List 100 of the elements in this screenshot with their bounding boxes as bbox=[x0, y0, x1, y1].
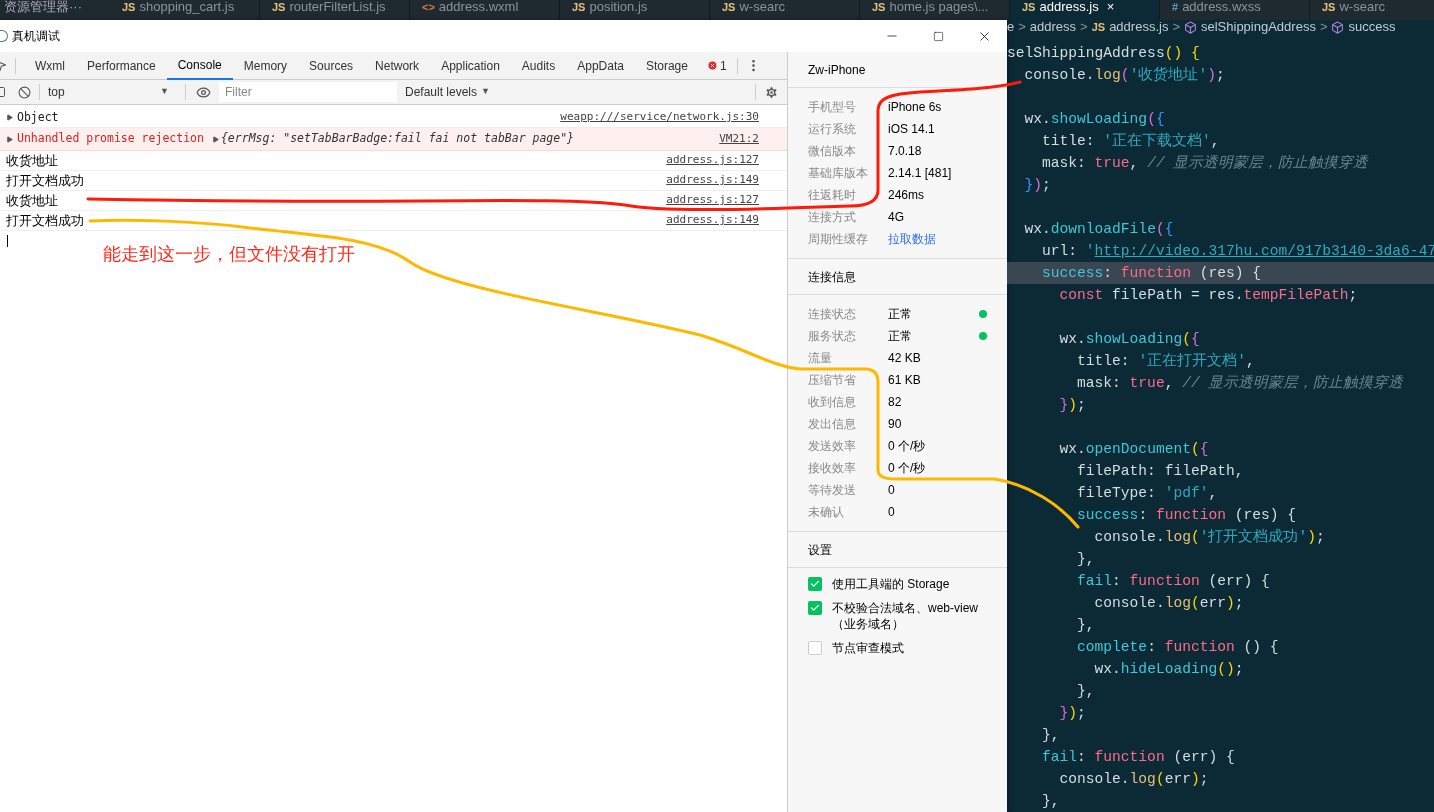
devtools-tab[interactable]: Sources bbox=[298, 51, 365, 80]
info-label: 收到信息 bbox=[808, 394, 857, 411]
info-value: 0 bbox=[888, 504, 895, 521]
settings-icon[interactable] bbox=[764, 84, 779, 100]
info-value: 7.0.18 bbox=[888, 143, 922, 160]
devtools-tab[interactable]: AppData bbox=[566, 51, 635, 80]
source-link[interactable]: address.js:149 bbox=[666, 212, 759, 229]
code-line: mask: true, // 显示透明蒙层，防止触摸穿透 bbox=[1041, 154, 1370, 173]
info-label: 往返耗时 bbox=[808, 187, 857, 204]
source-link[interactable]: address.js:127 bbox=[666, 152, 759, 169]
window-title: 真机调试 bbox=[12, 28, 60, 45]
source-link[interactable]: address.js:127 bbox=[666, 192, 759, 209]
info-label: 微信版本 bbox=[808, 143, 857, 160]
code-line: wx.showLoading({ bbox=[1023, 110, 1166, 129]
error-icon bbox=[706, 60, 718, 71]
code-line: }); bbox=[1058, 704, 1087, 723]
info-value: 4G bbox=[888, 209, 904, 226]
info-label: 发出信息 bbox=[808, 416, 857, 433]
code-line: }, bbox=[1076, 682, 1096, 701]
fetch-data-link[interactable]: 拉取数据 bbox=[888, 230, 936, 248]
checkbox[interactable] bbox=[808, 641, 822, 655]
log-message: 收货地址 bbox=[6, 191, 58, 210]
info-value: 0 个/秒 bbox=[888, 460, 926, 477]
code-line: wx.downloadFile({ bbox=[1023, 220, 1175, 239]
devtools-tab[interactable]: Memory bbox=[232, 51, 299, 80]
setting-label: 不校验合法域名、web-view（业务域名） bbox=[832, 600, 979, 632]
source-link[interactable]: weapp:///service/network.js:30 bbox=[560, 109, 759, 126]
info-value: 246ms bbox=[888, 187, 925, 204]
breadcrumb-item[interactable]: address.js bbox=[1109, 20, 1169, 34]
log-message: 收货地址 bbox=[6, 151, 58, 170]
code-line: title: '正在打开文档', bbox=[1076, 351, 1256, 371]
code-line: fail: function (err) { bbox=[1041, 748, 1236, 767]
code-line: }, bbox=[1041, 726, 1061, 745]
error-detail: {errMsg: "setTabBarBadge:fail fai not tabBar page"} bbox=[220, 130, 575, 148]
info-label: 压缩节省 bbox=[808, 372, 857, 389]
editor-tab[interactable]: # address.wxss bbox=[1160, 0, 1310, 20]
checkbox[interactable] bbox=[808, 601, 822, 615]
info-value: 42 KB bbox=[888, 350, 921, 367]
filter-field[interactable]: Filter bbox=[219, 82, 397, 102]
checkbox[interactable] bbox=[808, 577, 822, 591]
devtools-tab[interactable]: Application bbox=[430, 51, 511, 80]
breadcrumb-item[interactable]: e bbox=[1007, 20, 1015, 34]
devtools-tab[interactable]: Storage bbox=[634, 51, 699, 80]
code-line: const filePath = res.tempFilePath; bbox=[1058, 286, 1359, 305]
breadcrumb-item[interactable]: success bbox=[1348, 20, 1396, 34]
section-title: 设置 bbox=[808, 541, 832, 559]
source-link[interactable]: VM21:2 bbox=[719, 130, 759, 148]
context-select[interactable]: top ▼ bbox=[40, 82, 177, 102]
expand-icon[interactable] bbox=[211, 135, 219, 143]
breadcrumb-separator: > bbox=[1172, 20, 1180, 34]
devtools-tab[interactable]: Wxml bbox=[24, 51, 76, 80]
maximize-icon[interactable] bbox=[932, 30, 944, 42]
setting-label: 节点审查模式 bbox=[832, 640, 904, 656]
source-link[interactable]: address.js:149 bbox=[666, 172, 759, 189]
expand-icon[interactable] bbox=[6, 135, 13, 143]
check-icon bbox=[810, 603, 820, 613]
info-label: 流量 bbox=[808, 350, 833, 367]
code-line: title: '正在下载文档', bbox=[1041, 131, 1221, 151]
error-message: Unhandled promise rejection bbox=[17, 130, 204, 148]
code-line: success: function (res) { bbox=[1076, 506, 1297, 525]
info-label: 基础库版本 bbox=[808, 165, 869, 182]
editor-tab[interactable]: JS w-searc bbox=[1310, 0, 1434, 20]
info-value: 90 bbox=[888, 416, 902, 433]
cube-icon bbox=[1184, 20, 1197, 34]
clear-console-icon[interactable] bbox=[18, 85, 31, 99]
log-message: 打开文档成功 bbox=[6, 211, 84, 230]
info-label: 发送效率 bbox=[808, 438, 857, 455]
breadcrumb-separator: > bbox=[1319, 20, 1328, 34]
code-line: wx.showLoading({ bbox=[1058, 330, 1201, 349]
info-label: 手机型号 bbox=[808, 99, 857, 116]
info-label: 连接方式 bbox=[808, 209, 857, 226]
eye-icon[interactable] bbox=[196, 84, 211, 100]
explorer-title: 资源管理器 bbox=[4, 0, 69, 14]
info-label: 周期性缓存 bbox=[808, 231, 869, 248]
expand-icon[interactable] bbox=[6, 114, 13, 121]
info-label: 运行系统 bbox=[808, 121, 857, 138]
code-line: }); bbox=[1058, 396, 1087, 415]
info-label: 接收效率 bbox=[808, 460, 857, 477]
editor-tab[interactable]: JS address.js × bbox=[1010, 0, 1160, 20]
code-line: wx.hideLoading(); bbox=[1093, 660, 1245, 679]
breadcrumb-item[interactable]: address bbox=[1029, 20, 1077, 34]
info-label: 服务状态 bbox=[808, 328, 857, 345]
info-value: 正常 bbox=[888, 328, 912, 345]
levels-dropdown[interactable]: Default levels ▼ bbox=[405, 83, 490, 101]
code-line: wx.openDocument({ bbox=[1058, 440, 1210, 459]
error-count[interactable]: 1 bbox=[719, 56, 727, 75]
info-value: 正常 bbox=[888, 306, 912, 323]
check-icon bbox=[810, 579, 820, 589]
code-line: console.log(err); bbox=[1093, 594, 1245, 613]
code-line: }); bbox=[1023, 176, 1052, 195]
more-icon[interactable]: ··· bbox=[69, 0, 82, 14]
devtools-tab[interactable]: Audits bbox=[510, 51, 567, 80]
devtools-tab[interactable]: Network bbox=[364, 51, 431, 80]
info-value: 0 个/秒 bbox=[888, 438, 926, 455]
code-line: console.log('打开文档成功'); bbox=[1093, 527, 1326, 547]
devtools-tab[interactable]: Performance bbox=[76, 51, 167, 80]
breadcrumb-item[interactable]: selShippingAddress bbox=[1201, 20, 1316, 34]
breadcrumb-separator: > bbox=[1080, 20, 1088, 34]
annotation-text: 能走到这一步，但文件没有打开 bbox=[103, 243, 355, 266]
code-line: complete: function () { bbox=[1076, 638, 1280, 657]
